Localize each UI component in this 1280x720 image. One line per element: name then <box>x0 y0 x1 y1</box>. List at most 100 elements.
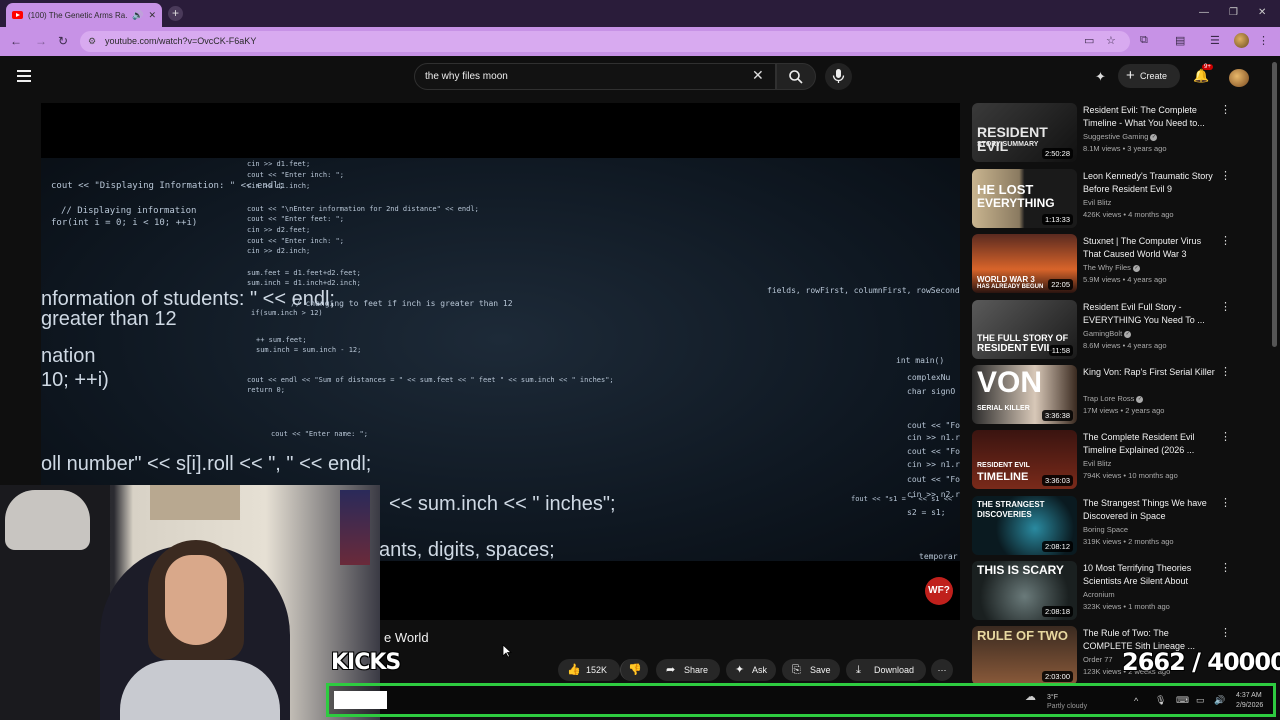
code-line: cout << "Fo <box>907 421 960 430</box>
related-video-title[interactable]: Resident Evil Full Story - EVERYTHING Yo… <box>1083 301 1218 327</box>
more-vertical-icon[interactable]: ⋮ <box>1220 561 1231 574</box>
sparkle-icon[interactable]: ✦ <box>1095 69 1106 85</box>
related-video-item[interactable]: RESIDENT EVIL TIMELINE 3:36:03 The Complete… <box>972 430 1272 490</box>
video-thumbnail[interactable]: WORLD WAR 3 HAS ALREADY BEGUN 22:05 <box>972 234 1077 293</box>
browser-profile-avatar[interactable] <box>1234 33 1249 48</box>
side-panel-icon[interactable]: ▤ <box>1175 34 1185 47</box>
clock-date[interactable]: 2/9/2026 <box>1236 702 1263 709</box>
volume-tray-icon[interactable]: 🔊 <box>1214 695 1225 706</box>
bookmark-star-icon[interactable]: ☆ <box>1106 34 1116 47</box>
clock-time[interactable]: 4:37 AM <box>1236 692 1262 699</box>
address-bar-row: ← → ↻ ⚙ youtube.com/watch?v=OvcCK-F6aKY … <box>0 27 1280 56</box>
close-tab-icon[interactable]: ✕ <box>148 10 156 21</box>
more-vertical-icon[interactable]: ⋮ <box>1220 169 1231 182</box>
related-video-title[interactable]: The Strangest Things We have Discovered … <box>1083 497 1218 523</box>
code-line: fout << "s1 = " << s1 << <box>851 495 953 503</box>
clear-search-icon[interactable]: ✕ <box>752 67 764 84</box>
speaker-icon[interactable]: 🔊 <box>132 10 143 21</box>
create-button[interactable]: + Create <box>1118 64 1180 88</box>
browser-tab-strip: (100) The Genetic Arms Ra... 🔊 ✕ + — ❐ ✕ <box>0 0 1280 27</box>
video-thumbnail[interactable]: RESIDENT EVIL TIMELINE 3:36:03 <box>972 430 1077 489</box>
close-window-icon[interactable]: ✕ <box>1258 7 1266 18</box>
save-button[interactable]: ⎘ Save <box>782 659 840 681</box>
video-thumbnail[interactable]: THIS IS SCARY 2:08:18 <box>972 561 1077 620</box>
tray-chevron-icon[interactable]: ^ <box>1134 696 1138 706</box>
share-button[interactable]: ➦ Share <box>656 659 720 681</box>
dislike-button[interactable]: 👎 <box>620 659 648 681</box>
voice-search-button[interactable] <box>825 63 852 90</box>
related-video-title[interactable]: Resident Evil: The Complete Timeline - W… <box>1083 104 1218 130</box>
youtube-account-avatar[interactable] <box>1229 69 1249 87</box>
back-icon[interactable]: ← <box>10 34 22 48</box>
share-label: Share <box>684 665 709 675</box>
related-video-item[interactable]: VON SERIAL KILLER 3:36:38 King Von: Rap's F… <box>972 365 1272 425</box>
code-line: // Displaying information <box>61 206 197 216</box>
more-vertical-icon[interactable]: ⋮ <box>1220 626 1231 639</box>
more-vertical-icon[interactable]: ⋮ <box>1220 234 1231 247</box>
video-thumbnail[interactable]: RULE OF TWO 2:03:00 <box>972 626 1077 685</box>
channel-name[interactable]: The Why Files ✓ <box>1083 263 1140 272</box>
channel-name[interactable]: Order 77 <box>1083 655 1113 664</box>
more-actions-button[interactable]: ⋯ <box>931 659 953 681</box>
goal-counter: 2662 / 40000 <box>1122 648 1280 676</box>
network-tray-icon[interactable]: ▭ <box>1196 695 1205 706</box>
related-video-item[interactable]: RESIDENT EVIL STORY SUMMARY 2:50:28 Residen… <box>972 103 1272 163</box>
browser-tab[interactable]: (100) The Genetic Arms Ra... 🔊 ✕ <box>6 3 162 27</box>
thumbnail-text: WORLD WAR 3 <box>977 275 1035 284</box>
video-thumbnail[interactable]: HE LOST EVERYTHING 1:13:33 <box>972 169 1077 228</box>
channel-name[interactable]: Boring Space <box>1083 525 1128 534</box>
notifications-bell-icon[interactable]: 🔔 <box>1193 68 1209 84</box>
more-vertical-icon[interactable]: ⋮ <box>1220 300 1231 313</box>
video-thumbnail[interactable]: THE FULL STORY OF RESIDENT EVIL 11:58 <box>972 300 1077 359</box>
related-video-title[interactable]: King Von: Rap's First Serial Killer <box>1083 366 1218 379</box>
why-files-watermark: WF? <box>925 577 953 605</box>
related-video-title[interactable]: Leon Kennedy's Traumatic Story Before Re… <box>1083 170 1218 196</box>
new-tab-button[interactable]: + <box>168 6 183 21</box>
hamburger-menu-icon[interactable] <box>17 70 31 82</box>
video-thumbnail[interactable]: RESIDENT EVIL STORY SUMMARY 2:50:28 <box>972 103 1077 162</box>
more-vertical-icon[interactable]: ⋮ <box>1220 365 1231 378</box>
page-scrollbar[interactable] <box>1272 62 1277 347</box>
channel-name[interactable]: Trap Lore Ross ✓ <box>1083 394 1144 403</box>
code-line: cin >> n1.re <box>907 460 960 469</box>
related-video-title[interactable]: The Complete Resident Evil Timeline Expl… <box>1083 431 1218 457</box>
site-info-icon[interactable]: ⚙ <box>88 31 96 52</box>
forward-icon[interactable]: → <box>35 34 47 48</box>
install-app-icon[interactable]: ▭ <box>1084 34 1094 47</box>
url-field[interactable]: ⚙ youtube.com/watch?v=OvcCK-F6aKY <box>80 31 1130 52</box>
channel-name-text: Evil Blitz <box>1083 198 1112 207</box>
video-thumbnail[interactable]: VON SERIAL KILLER 3:36:38 <box>972 365 1077 424</box>
like-button[interactable]: 👍 152K <box>558 659 620 681</box>
more-vertical-icon[interactable]: ⋮ <box>1220 496 1231 509</box>
thumbs-up-icon: 👍 <box>567 664 581 676</box>
more-vertical-icon[interactable]: ⋮ <box>1220 103 1231 116</box>
channel-name[interactable]: Evil Blitz <box>1083 459 1111 468</box>
channel-name[interactable]: Acronium <box>1083 590 1115 599</box>
webcam-person-face <box>165 555 227 645</box>
minimize-icon[interactable]: — <box>1199 7 1209 18</box>
download-button[interactable]: ⤓ Download <box>846 659 926 681</box>
channel-name[interactable]: Suggestive Gaming ✓ <box>1083 132 1158 141</box>
channel-name[interactable]: Evil Blitz <box>1083 198 1111 207</box>
maximize-icon[interactable]: ❐ <box>1229 7 1238 18</box>
related-video-item[interactable]: THE FULL STORY OF RESIDENT EVIL 11:58 Resid… <box>972 300 1272 360</box>
more-vertical-icon[interactable]: ⋮ <box>1220 430 1231 443</box>
browser-menu-icon[interactable]: ⋮ <box>1258 34 1269 47</box>
ask-button[interactable]: ✦ Ask <box>726 659 776 681</box>
keyboard-tray-icon[interactable]: ⌨ <box>1176 695 1189 706</box>
mic-tray-icon[interactable]: 🎙 <box>1155 695 1166 706</box>
reload-icon[interactable]: ↻ <box>58 34 68 48</box>
search-input[interactable]: the why files moon <box>414 63 776 90</box>
channel-name[interactable]: GamingBolt ✓ <box>1083 329 1132 338</box>
video-thumbnail[interactable]: THE STRANGEST DISCOVERIES 2:08:12 <box>972 496 1077 555</box>
tab-search-icon[interactable]: ☰ <box>1210 34 1220 47</box>
search-button[interactable] <box>776 63 816 90</box>
extensions-icon[interactable]: ⧉ <box>1140 34 1148 47</box>
related-video-title[interactable]: 10 Most Terrifying Theories Scientists A… <box>1083 562 1218 588</box>
related-video-item[interactable]: THIS IS SCARY 2:08:18 10 Most Terrifying T… <box>972 561 1272 621</box>
thumbnail-text: THE FULL STORY OF <box>977 333 1069 343</box>
related-video-item[interactable]: THE STRANGEST DISCOVERIES 2:08:12 The Stran… <box>972 496 1272 556</box>
related-video-item[interactable]: WORLD WAR 3 HAS ALREADY BEGUN 22:05 Stuxnet… <box>972 234 1272 294</box>
related-video-title[interactable]: Stuxnet | The Computer Virus That Caused… <box>1083 235 1218 261</box>
related-video-item[interactable]: HE LOST EVERYTHING 1:13:33 Leon Kennedy's T… <box>972 169 1272 229</box>
